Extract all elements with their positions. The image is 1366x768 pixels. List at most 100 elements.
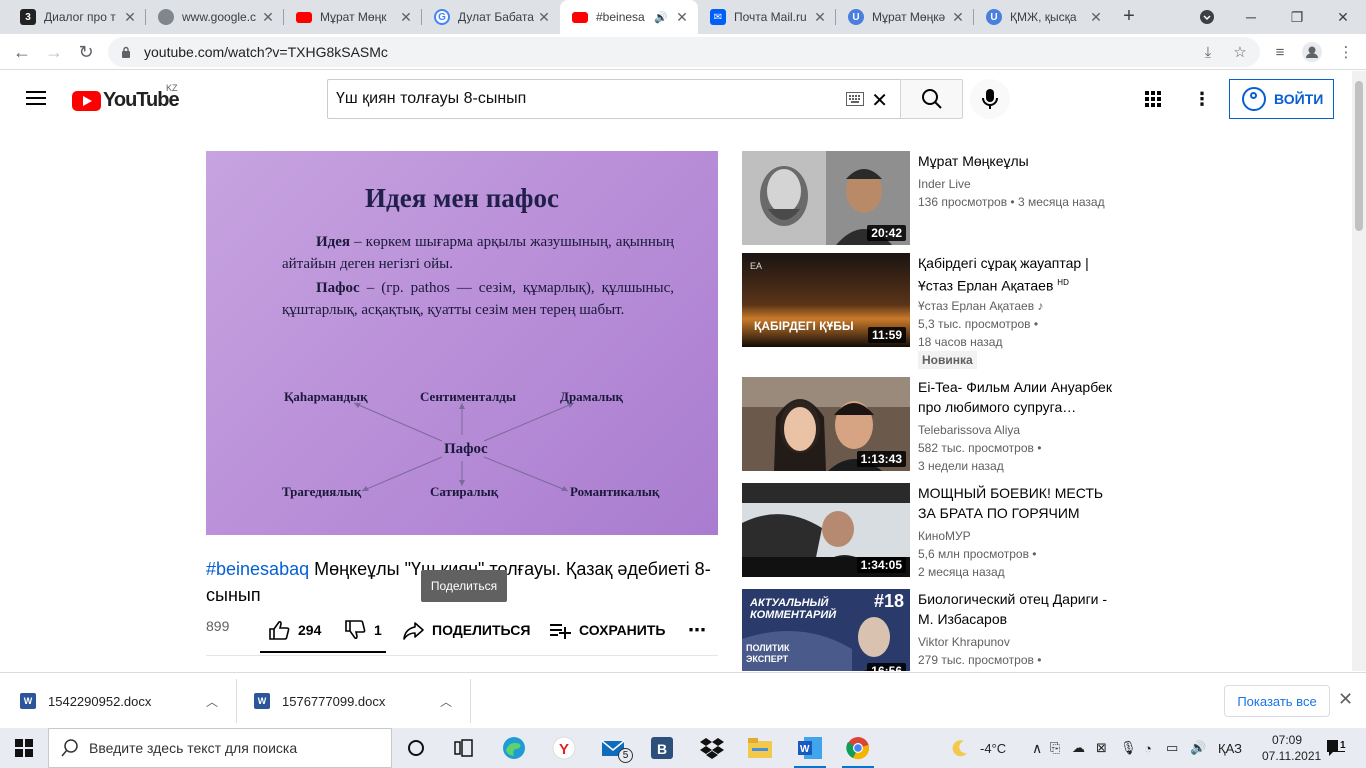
edge-browser-icon[interactable]: [490, 728, 538, 768]
temperature[interactable]: -4°C: [980, 728, 1006, 768]
new-tab-button[interactable]: +: [1118, 6, 1140, 28]
word-icon[interactable]: W: [786, 728, 834, 768]
language-indicator[interactable]: ҚАЗ: [1218, 728, 1242, 768]
search-input[interactable]: Үш қиян толғауы 8-сынып ✕: [327, 79, 900, 119]
page-scrollbar[interactable]: [1352, 71, 1366, 671]
keyboard-icon[interactable]: [846, 92, 864, 106]
sign-in-button[interactable]: ВОЙТИ: [1229, 79, 1334, 119]
profile-icon[interactable]: [1300, 40, 1324, 64]
voice-search-button[interactable]: [970, 79, 1010, 119]
recommendation-item[interactable]: АКТУАЛЬНЫЙ КОММЕНТАРИЙ #18 ПОЛИТИК ЭКСПЕ…: [742, 589, 1122, 671]
back-arrow-icon[interactable]: ←: [8, 38, 36, 66]
youtube-logo[interactable]: YouTube KZ: [72, 83, 180, 112]
channel-name[interactable]: Ұстаз Ерлан Ақатаев ♪: [918, 297, 1122, 315]
video-title[interactable]: МОЩНЫЙ БОЕВИК! МЕСТЬ ЗА БРАТА ПО ГОРЯЧИМ…: [918, 483, 1122, 523]
more-vertical-icon[interactable]: ⋮: [1190, 87, 1214, 111]
chrome-menu-icon[interactable]: ⋮: [1334, 40, 1358, 64]
video-thumbnail[interactable]: 1:34:05: [742, 483, 910, 577]
task-view-icon[interactable]: [440, 728, 488, 768]
more-actions-icon[interactable]: ⋯: [688, 618, 706, 642]
notification-center-icon[interactable]: 1: [1326, 728, 1348, 768]
show-all-downloads-button[interactable]: Показать все: [1224, 685, 1330, 717]
cortana-icon[interactable]: [392, 728, 440, 768]
video-title[interactable]: Қабірдегі сұрақ жауаптар | Ұстаз Ерлан А…: [918, 253, 1122, 293]
video-title[interactable]: Мұрат Мөңкеұлы: [918, 151, 1122, 171]
video-thumbnail[interactable]: 20:42: [742, 151, 910, 245]
close-tab-icon[interactable]: ✕: [674, 9, 690, 26]
browser-tab[interactable]: G Дулат Бабата ✕: [422, 0, 560, 34]
download-item[interactable]: W 1542290952.docx ︿: [20, 673, 236, 729]
dislike-button[interactable]: 1: [344, 618, 382, 642]
browser-tab[interactable]: Мұрат Мөңк ✕: [284, 0, 422, 34]
chevron-up-icon[interactable]: ︿: [206, 693, 218, 710]
wifi-icon[interactable]: ◔: [1144, 728, 1152, 768]
dropbox-icon[interactable]: [688, 728, 736, 768]
yandex-browser-icon[interactable]: Y: [540, 728, 588, 768]
vk-b-icon[interactable]: B: [638, 728, 686, 768]
recommendation-item[interactable]: 1:34:05 МОЩНЫЙ БОЕВИК! МЕСТЬ ЗА БРАТА ПО…: [742, 483, 1122, 579]
close-tab-icon[interactable]: ✕: [398, 9, 414, 26]
apps-grid-icon[interactable]: [1141, 87, 1165, 111]
like-button[interactable]: 294: [268, 618, 321, 642]
speaker-icon[interactable]: 🔊: [654, 11, 668, 24]
video-thumbnail[interactable]: АКТУАЛЬНЫЙ КОММЕНТАРИЙ #18 ПОЛИТИК ЭКСПЕ…: [742, 589, 910, 671]
save-button[interactable]: СОХРАНИТЬ: [549, 618, 665, 642]
browser-tab-active[interactable]: #beinesa 🔊 ✕: [560, 0, 698, 34]
channel-name[interactable]: Viktor Khrapunov: [918, 633, 1122, 651]
close-window-button[interactable]: ✕: [1320, 0, 1366, 34]
battery-icon[interactable]: ▭: [1166, 728, 1178, 768]
hamburger-menu-icon[interactable]: [24, 87, 48, 111]
browser-tab[interactable]: ✉ Почта Mail.ru ✕: [698, 0, 836, 34]
close-tab-icon[interactable]: ✕: [950, 9, 966, 26]
microphone-icon[interactable]: 🎙: [1120, 728, 1137, 768]
channel-name[interactable]: Inder Live: [918, 175, 1122, 193]
share-button[interactable]: ПОДЕЛИТЬСЯ: [402, 618, 530, 642]
recommendation-item[interactable]: ЕА ҚАБІРДЕГІ ҚҰБЫ 11:59 Қабірдегі сұрақ …: [742, 253, 1122, 369]
video-title[interactable]: Биологический отец Дариги - М. Избасаров: [918, 589, 1122, 629]
recommendation-item[interactable]: 20:42 Мұрат Мөңкеұлы Inder Live 136 прос…: [742, 151, 1122, 245]
install-icon[interactable]: ⤓: [1196, 40, 1220, 64]
file-explorer-icon[interactable]: [736, 728, 784, 768]
browser-tab[interactable]: U Мұрат Мөңкә ✕: [836, 0, 974, 34]
chevron-up-icon[interactable]: ∧: [1032, 728, 1042, 768]
browser-tab[interactable]: 3 Диалог про т ✕: [8, 0, 146, 34]
browser-tab[interactable]: U ҚМЖ, қысқа ✕: [974, 0, 1112, 34]
minimize-button[interactable]: ─: [1228, 0, 1274, 34]
chevron-up-icon[interactable]: ︿: [440, 693, 452, 710]
video-thumbnail[interactable]: 1:13:43: [742, 377, 910, 471]
close-tab-icon[interactable]: ✕: [1088, 9, 1104, 26]
video-title[interactable]: Ei-Tea- Фильм Алии Ануарбек про любимого…: [918, 377, 1122, 417]
close-tab-icon[interactable]: ✕: [536, 9, 552, 26]
media-control-icon[interactable]: ≡: [1268, 40, 1292, 64]
clear-search-icon[interactable]: ✕: [871, 88, 888, 113]
meet-now-icon[interactable]: ⎘: [1050, 728, 1060, 768]
close-tab-icon[interactable]: ✕: [812, 9, 828, 26]
channel-name[interactable]: КиноМУР: [918, 527, 1122, 545]
close-tab-icon[interactable]: ✕: [260, 9, 276, 26]
security-icon[interactable]: ⊠: [1096, 728, 1107, 768]
chrome-icon[interactable]: [834, 728, 882, 768]
volume-icon[interactable]: 🔊: [1190, 728, 1206, 768]
browser-tab[interactable]: www.google.c ✕: [146, 0, 284, 34]
onedrive-icon[interactable]: ☁: [1072, 728, 1085, 768]
address-bar[interactable]: youtube.com/watch?v=TXHG8kSASMc: [108, 37, 1260, 67]
taskbar-search-input[interactable]: Введите здесь текст для поиска: [48, 728, 392, 768]
download-item[interactable]: W 1576777099.docx ︿: [254, 673, 470, 729]
windows-start-icon[interactable]: [0, 728, 48, 768]
search-button[interactable]: [900, 79, 963, 119]
close-tab-icon[interactable]: ✕: [122, 9, 138, 26]
channel-name[interactable]: Telebarissova Aliya: [918, 421, 1122, 439]
recommendation-item[interactable]: 1:13:43 Ei-Tea- Фильм Алии Ануарбек про …: [742, 377, 1122, 473]
bookmark-star-icon[interactable]: ☆: [1228, 40, 1252, 64]
reload-icon[interactable]: ↻: [72, 38, 100, 66]
restore-button[interactable]: ❐: [1274, 0, 1320, 34]
system-clock[interactable]: 07:09 07.11.2021: [1262, 732, 1321, 764]
mail-icon[interactable]: 5: [590, 728, 638, 768]
forward-arrow-icon[interactable]: →: [40, 38, 68, 66]
video-thumbnail[interactable]: ЕА ҚАБІРДЕГІ ҚҰБЫ 11:59: [742, 253, 910, 347]
tab-search-icon[interactable]: [1184, 0, 1230, 34]
video-player[interactable]: Идея мен пафос Идея – көркем шығарма арқ…: [206, 151, 718, 535]
scrollbar-thumb[interactable]: [1355, 81, 1363, 231]
weather-moon-icon[interactable]: [950, 728, 970, 768]
hashtag-link[interactable]: #beinesabaq: [206, 559, 309, 579]
